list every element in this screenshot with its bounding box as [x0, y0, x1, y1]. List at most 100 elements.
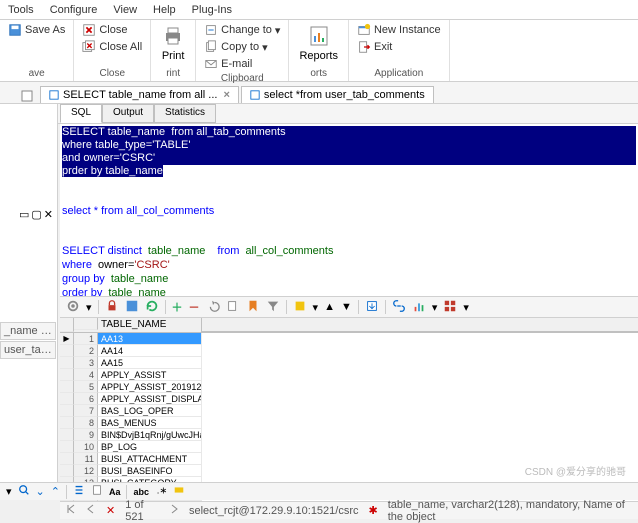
group-clipboard-label: Clipboard [202, 72, 282, 86]
change-to-button[interactable]: Change to▾ [202, 22, 282, 38]
nav-first-icon[interactable] [66, 504, 76, 517]
doc-icon[interactable] [91, 484, 103, 499]
column-info: table_name, varchar2(128), mandatory, Na… [388, 499, 632, 523]
record-position: 1 of 521 [125, 499, 159, 523]
copy-to-button[interactable]: Copy to▾ [202, 39, 282, 55]
menu-view[interactable]: View [113, 4, 137, 16]
nav-next-icon[interactable] [169, 504, 179, 517]
lock-icon[interactable] [105, 299, 119, 316]
email-icon [204, 57, 218, 71]
list-icon[interactable] [73, 484, 85, 499]
bookmark-icon[interactable] [246, 299, 260, 316]
nav-prev-icon[interactable] [86, 504, 96, 517]
exit-icon [357, 40, 371, 54]
chevron-down-icon: ▾ [262, 41, 268, 54]
results-toolbar: ▾ ＋ － ▾ ▲ ▼ ▾ ▾ [60, 296, 638, 318]
table-row[interactable]: 8BAS_MENUS [60, 417, 638, 429]
reports-button[interactable]: Reports [295, 22, 342, 67]
refresh-icon[interactable] [145, 299, 159, 316]
search-icon[interactable] [18, 484, 30, 499]
menu-configure[interactable]: Configure [50, 4, 98, 16]
left-tab-1[interactable]: _name from all ... [0, 322, 56, 340]
close-button[interactable]: Close [80, 22, 144, 38]
copy-icon[interactable] [226, 299, 240, 316]
file-tabs: SELECT table_name from all ...× select *… [0, 82, 638, 104]
chevron-down-icon[interactable]: ▾ [463, 301, 469, 314]
table-row[interactable]: 10BP_LOG [60, 441, 638, 453]
sql-file-icon [250, 90, 260, 100]
new-instance-icon [357, 23, 371, 37]
table-row[interactable]: 9BIN$DvjB1qRnj/gUwcJHayrrg==$0 [60, 429, 638, 441]
group-close-label: Close [80, 67, 144, 81]
menubar: Tools Configure View Help Plug-Ins [0, 0, 638, 20]
sql-editor[interactable]: SELECT table_name from all_tab_commentsw… [60, 124, 638, 296]
column-header[interactable]: TABLE_NAME [98, 318, 202, 332]
regex-icon[interactable]: .∗ [155, 484, 167, 499]
gear-icon[interactable] [66, 299, 80, 316]
delete-row-icon[interactable]: － [189, 299, 200, 315]
sort-desc-icon[interactable]: ▼ [341, 301, 352, 313]
close-tab-icon[interactable]: × [223, 89, 229, 101]
export-icon[interactable] [365, 299, 379, 316]
table-row[interactable]: 7BAS_LOG_OPER [60, 405, 638, 417]
email-button[interactable]: E-mail [202, 56, 282, 72]
menu-help[interactable]: Help [153, 4, 176, 16]
close-icon [82, 23, 96, 37]
chevron-down-icon: ▾ [275, 24, 281, 37]
connection-info: select_rcjt@172.29.9.10:1521/csrc [189, 505, 359, 517]
group-application-label: Application [355, 67, 443, 81]
find-prev-icon[interactable]: ⌃ [51, 485, 60, 498]
print-button[interactable]: Print [157, 22, 189, 67]
chevron-down-icon[interactable]: ▾ [432, 301, 438, 314]
sql-file-icon [49, 90, 59, 100]
table-row[interactable]: 2AA14 [60, 345, 638, 357]
highlight-icon[interactable] [293, 299, 307, 316]
highlight-icon[interactable] [173, 484, 185, 499]
menu-tools[interactable]: Tools [8, 4, 34, 16]
save-as-button[interactable]: Save As [6, 22, 67, 38]
close-all-icon [82, 40, 96, 54]
subtab-sql[interactable]: SQL [60, 104, 102, 123]
reports-icon [307, 24, 331, 48]
table-row[interactable]: ▶1AA13 [60, 333, 638, 345]
save-icon[interactable] [125, 299, 139, 316]
svg-text:.∗: .∗ [157, 484, 167, 495]
add-row-icon[interactable]: ＋ [172, 299, 183, 315]
file-tab-active[interactable]: SELECT table_name from all ...× [40, 86, 239, 103]
filter-icon[interactable] [266, 299, 280, 316]
panel-pin-icon[interactable]: ▢ [31, 208, 41, 221]
left-panel: ▭ ▢ ✕ ▭ ▢ ✕ _name from all ... user_tab_… [0, 104, 58, 484]
panel-close-icon[interactable]: ✕ [44, 208, 53, 221]
ribbon: Save As ave Close Close All Close Print … [0, 20, 638, 82]
new-instance-button[interactable]: New Instance [355, 22, 443, 38]
status-bar: ✕ 1 of 521 select_rcjt@172.29.9.10:1521/… [60, 501, 638, 519]
file-tab-2[interactable]: select *from user_tab_comments [241, 86, 434, 103]
chevron-down-icon[interactable]: ▾ [6, 485, 12, 498]
subtab-statistics[interactable]: Statistics [154, 104, 216, 123]
tabs-dropdown-icon[interactable] [20, 89, 34, 103]
undo-icon[interactable] [206, 299, 220, 316]
chevron-down-icon[interactable]: ▾ [313, 301, 319, 314]
bottom-toolbar: ▾ ⌄ ⌃ Aa abc .∗ [0, 482, 638, 500]
chart-icon[interactable] [412, 299, 426, 316]
print-icon [161, 24, 185, 48]
subtab-output[interactable]: Output [102, 104, 154, 123]
table-row[interactable]: 5APPLY_ASSIST_20191224 [60, 381, 638, 393]
panel-min-icon[interactable]: ▭ [19, 208, 29, 221]
change-icon [204, 23, 218, 37]
table-row[interactable]: 4APPLY_ASSIST [60, 369, 638, 381]
group-print-label: rint [157, 67, 189, 81]
sort-asc-icon[interactable]: ▲ [324, 301, 335, 313]
exit-button[interactable]: Exit [355, 39, 443, 55]
table-row[interactable]: 6APPLY_ASSIST_DISPLAY [60, 393, 638, 405]
grid-icon[interactable] [443, 299, 457, 316]
link-icon[interactable] [392, 299, 406, 316]
watermark: CSDN @爱分享的驰哥 [525, 463, 626, 478]
menu-plugins[interactable]: Plug-Ins [192, 4, 232, 16]
close-all-button[interactable]: Close All [80, 39, 144, 55]
table-row[interactable]: 3AA15 [60, 357, 638, 369]
left-tab-2[interactable]: user_tab_commen [0, 341, 56, 359]
group-save-label: ave [6, 67, 67, 81]
find-next-icon[interactable]: ⌄ [36, 485, 45, 498]
chevron-down-icon[interactable]: ▾ [86, 301, 92, 314]
